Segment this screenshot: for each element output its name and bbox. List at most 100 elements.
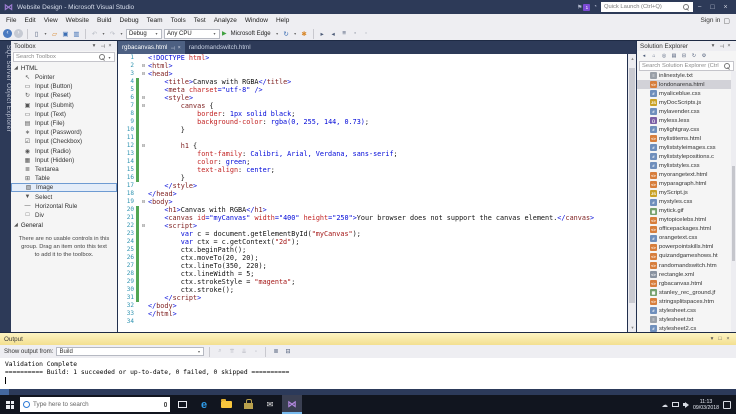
refresh-dropdown-icon[interactable]: ▾: [293, 31, 298, 36]
start-button[interactable]: [0, 395, 20, 414]
close-icon[interactable]: ×: [106, 43, 114, 49]
collapse-all-icon[interactable]: ⊟: [680, 53, 688, 59]
volume-icon[interactable]: [683, 402, 689, 408]
close-icon[interactable]: ×: [725, 43, 733, 49]
toolbox-item-input-text[interactable]: ▭Input (Text): [11, 110, 117, 119]
menu-test[interactable]: Test: [190, 17, 210, 24]
scrollbar-thumb[interactable]: [629, 68, 635, 303]
solution-configuration-select[interactable]: Debug▾: [126, 29, 162, 39]
toolbox-header[interactable]: Toolbox ▾ ⊤ ×: [11, 41, 117, 51]
file-quizandgameshows-ht[interactable]: <>quizandgameshows.ht: [637, 252, 731, 261]
user-avatar-icon[interactable]: ▢: [723, 17, 730, 25]
file-mytick-gif[interactable]: ▦mytick.gif: [637, 207, 731, 216]
navigate-symbol-icon[interactable]: ◂: [329, 30, 338, 38]
go-to-message-icon[interactable]: ▫: [251, 349, 260, 355]
editor-vertical-scrollbar[interactable]: ▲ ▼: [627, 54, 636, 332]
open-file-icon[interactable]: ▱: [50, 30, 59, 38]
code-line[interactable]: 7⊟ canvas {: [118, 102, 627, 110]
network-icon[interactable]: [672, 402, 679, 407]
collapse-box-icon[interactable]: ⊟: [139, 142, 148, 150]
code-line[interactable]: 18</head>: [118, 190, 627, 198]
taskbar-clock[interactable]: 11:13 09/03/2018: [693, 399, 719, 411]
file-myless-less[interactable]: {}myless.less: [637, 116, 731, 125]
window-position-icon[interactable]: ▾: [90, 43, 98, 49]
collapse-box-icon[interactable]: ⊟: [139, 102, 148, 110]
file-stringsplitspaces-htm[interactable]: <>stringsplitspaces.htm: [637, 297, 731, 306]
minimize-button[interactable]: −: [693, 4, 706, 11]
toolbox-item-select[interactable]: ▼Select: [11, 192, 117, 201]
onedrive-cloud-icon[interactable]: ☁: [662, 401, 669, 409]
file-explorer-button[interactable]: [216, 395, 236, 414]
maximize-button[interactable]: □: [706, 4, 719, 11]
line-operations-icon[interactable]: ≡: [340, 30, 349, 37]
code-line[interactable]: 17 </style>: [118, 182, 627, 190]
file-myliststyleimages-css[interactable]: #myliststyleimages.css: [637, 143, 731, 152]
file-randomandswitch-htm[interactable]: <>randomandswitch.htm: [637, 261, 731, 270]
action-center-icon[interactable]: [723, 401, 731, 409]
toolbox-item-div[interactable]: □Div: [11, 211, 117, 220]
collapse-box-icon[interactable]: ⊟: [139, 198, 148, 206]
file-stylesheet2-cs[interactable]: #stylesheet2.cs: [637, 324, 731, 332]
run-browser-label[interactable]: Microsoft Edge: [231, 31, 271, 37]
code-line[interactable]: 31 </script>: [118, 294, 627, 302]
toolbox-item-input-button[interactable]: ▭Input (Button): [11, 82, 117, 91]
clear-all-icon[interactable]: ≣: [271, 348, 280, 355]
sign-in-link[interactable]: Sign in: [701, 17, 721, 24]
taskbar-search-input[interactable]: Type here to search: [20, 397, 170, 412]
toolbox-item-input-radio[interactable]: ◉Input (Radio): [11, 147, 117, 156]
toolbox-item-image[interactable]: ▧Image: [11, 183, 117, 192]
toolbox-item-pointer[interactable]: ↖Pointer: [11, 73, 117, 82]
home-icon[interactable]: ⌂: [650, 53, 658, 59]
toolbox-item-textarea[interactable]: ≣Textarea: [11, 165, 117, 174]
file-myscript-js[interactable]: JSmyScript.js: [637, 189, 731, 198]
menu-analyze[interactable]: Analyze: [210, 17, 241, 24]
microphone-icon[interactable]: [164, 402, 167, 407]
code-line[interactable]: 28 ctx.lineWidth = 5;: [118, 270, 627, 278]
solution-scrollbar[interactable]: [731, 71, 736, 332]
mail-button[interactable]: ✉: [260, 395, 280, 414]
file-myparagraph-html[interactable]: <>myparagraph.html: [637, 180, 731, 189]
toolbox-item-table[interactable]: ⊞Table: [11, 174, 117, 183]
code-line[interactable]: 34: [118, 318, 627, 326]
menu-team[interactable]: Team: [143, 17, 167, 24]
file-rectangle-xml[interactable]: <>rectangle.xml: [637, 270, 731, 279]
file-londonarena-html[interactable]: <>londonarena.html: [637, 80, 731, 89]
code-line[interactable]: 4 <title>Canvas with RGBA</title>: [118, 78, 627, 86]
browser-link-icon[interactable]: ✱: [300, 30, 309, 38]
notifications-flag-icon[interactable]: ⚑: [577, 4, 582, 11]
save-all-icon[interactable]: ▥: [72, 30, 81, 38]
menu-tools[interactable]: Tools: [167, 17, 190, 24]
solution-platform-select[interactable]: Any CPU▾: [164, 29, 220, 39]
code-line[interactable]: 13 font-family: Calibri, Arial, Verdana,…: [118, 150, 627, 158]
toolbox-search-input[interactable]: Search Toolbox ▾: [13, 52, 115, 62]
menu-edit[interactable]: Edit: [20, 17, 39, 24]
code-line[interactable]: 1<!DOCTYPE html>: [118, 54, 627, 62]
code-line[interactable]: 5 <meta charset="utf-8" />: [118, 86, 627, 94]
code-line[interactable]: 9 background-color: rgba(0, 255, 144, 0.…: [118, 118, 627, 126]
output-source-select[interactable]: Build▾: [56, 347, 204, 356]
next-message-icon[interactable]: ⇊: [239, 348, 248, 355]
code-line[interactable]: 21 <canvas id="myCanvas" width="400" hei…: [118, 214, 627, 222]
file-myaliceblue-css[interactable]: #myaliceblue.css: [637, 89, 731, 98]
code-line[interactable]: 25 ctx.beginPath();: [118, 246, 627, 254]
window-position-icon[interactable]: ▾: [709, 43, 717, 49]
file-inlinestyle-txt[interactable]: ≡inlinestyle.txt: [637, 71, 731, 80]
toolbox-item-input-checkbox[interactable]: ☑Input (Checkbox): [11, 137, 117, 146]
sync-icon[interactable]: ↻: [690, 53, 698, 59]
pin-icon[interactable]: ⊤: [170, 45, 176, 49]
menu-website[interactable]: Website: [62, 17, 93, 24]
close-button[interactable]: ×: [719, 4, 732, 11]
toolbox-group-html[interactable]: ◢ HTML: [11, 63, 117, 73]
code-line[interactable]: 29 ctx.strokeStyle = "magenta";: [118, 278, 627, 286]
code-line[interactable]: 14 color: green;: [118, 158, 627, 166]
solution-explorer-header[interactable]: Solution Explorer ▾ ⊤ ×: [637, 41, 736, 51]
file-stylesheet-txt[interactable]: ≡stylesheet.txt: [637, 315, 731, 324]
file-myliststylepositions-c[interactable]: #myliststylepositions.c: [637, 152, 731, 161]
maximize-icon[interactable]: □: [716, 336, 724, 342]
collapse-box-icon[interactable]: ⊟: [139, 70, 148, 78]
menu-debug[interactable]: Debug: [116, 17, 143, 24]
code-line[interactable]: 22⊟ <script>: [118, 222, 627, 230]
code-line[interactable]: 32</body>: [118, 302, 627, 310]
file-stanley-rec-ground-jf[interactable]: ▦stanley_rec_ground.jf: [637, 288, 731, 297]
code-line[interactable]: 12⊟ h1 {: [118, 142, 627, 150]
